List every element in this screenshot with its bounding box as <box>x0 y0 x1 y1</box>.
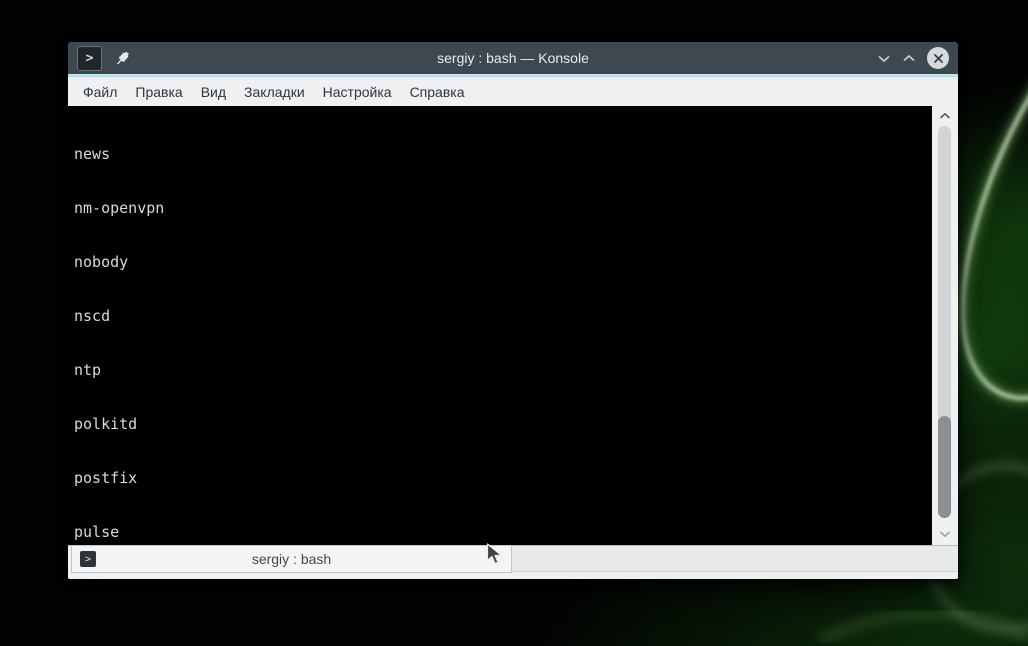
window-title: sergiy : bash — Konsole <box>437 50 589 66</box>
menu-item-edit[interactable]: Правка <box>126 80 191 104</box>
terminal-line: postfix <box>74 469 138 487</box>
scrollbar-down-icon[interactable] <box>939 530 952 538</box>
scrollbar-thumb[interactable] <box>938 416 951 518</box>
terminal-line: nm-openvpn <box>74 199 165 217</box>
maximize-button[interactable] <box>902 54 916 63</box>
scrollbar[interactable] <box>932 106 958 545</box>
terminal-line: nobody <box>74 253 129 271</box>
minimize-button[interactable] <box>877 54 891 63</box>
chevron-down-icon <box>878 55 890 62</box>
mouse-cursor <box>486 543 503 565</box>
konsole-app-icon[interactable]: > <box>77 45 102 71</box>
chevron-up-icon <box>903 54 915 61</box>
terminal-tab-icon: > <box>80 551 96 567</box>
tabbar: > sergiy : bash <box>68 545 958 579</box>
terminal-output[interactable]: news nm-openvpn nobody nscd ntp polkitd … <box>68 106 932 545</box>
close-button[interactable] <box>927 47 949 69</box>
tab-label: sergiy : bash <box>251 551 332 567</box>
menu-item-view[interactable]: Вид <box>192 80 235 104</box>
terminal-line: nscd <box>74 307 111 325</box>
scrollbar-up-icon[interactable] <box>939 112 952 120</box>
terminal-line: news <box>74 145 111 163</box>
menu-item-bookmarks[interactable]: Закладки <box>235 80 314 104</box>
pin-button[interactable] <box>114 50 131 67</box>
menu-item-help[interactable]: Справка <box>401 80 474 104</box>
terminal-view: news nm-openvpn nobody nscd ntp polkitd … <box>68 106 958 545</box>
menu-item-settings[interactable]: Настройка <box>314 80 401 104</box>
tabbar-empty-area <box>511 546 958 572</box>
pin-icon <box>117 51 129 64</box>
desktop-wallpaper: > sergiy : bash — Konsole Файл Правка Ви… <box>0 0 1028 646</box>
menubar: Файл Правка Вид Закладки Настройка Справ… <box>68 77 958 106</box>
konsole-window: > sergiy : bash — Konsole Файл Правка Ви… <box>68 42 958 579</box>
titlebar[interactable]: > sergiy : bash — Konsole <box>68 42 958 74</box>
terminal-line: pulse <box>74 523 120 541</box>
tab-sergiy-bash[interactable]: > sergiy : bash <box>71 545 512 573</box>
window-controls <box>877 47 949 69</box>
menu-item-file[interactable]: Файл <box>74 80 126 104</box>
terminal-line: ntp <box>74 361 102 379</box>
close-icon <box>933 53 943 63</box>
terminal-line: polkitd <box>74 415 138 433</box>
